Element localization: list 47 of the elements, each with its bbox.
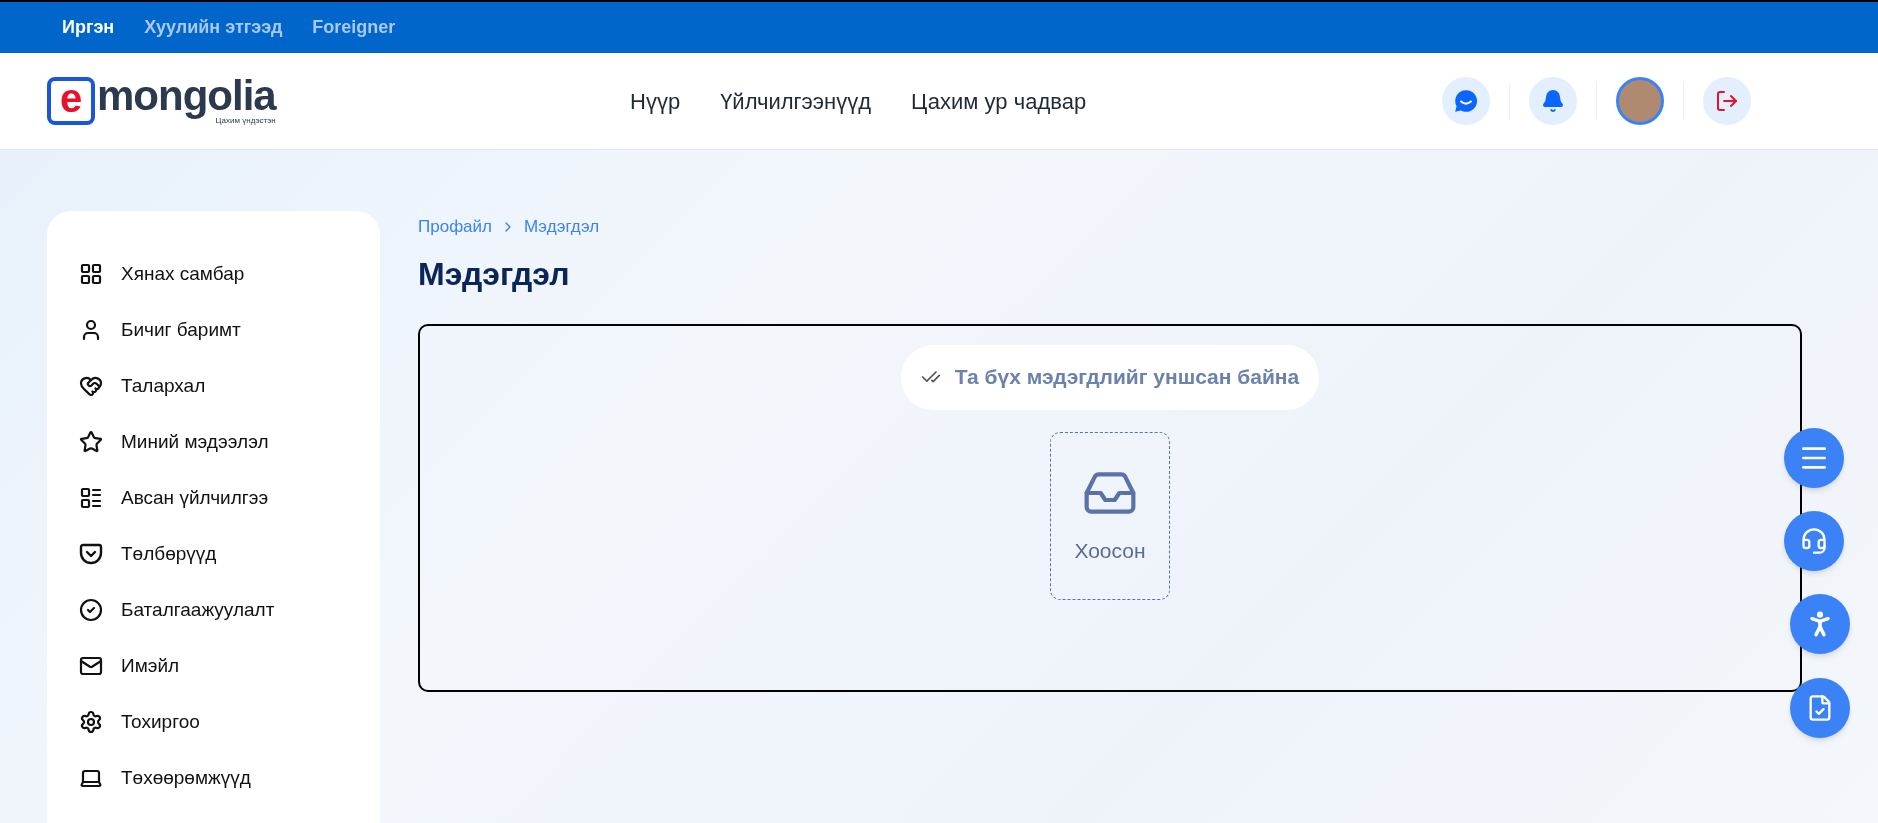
sidebar-item[interactable]: Талархал — [79, 369, 348, 403]
sidebar-item-label: Хянах самбар — [121, 261, 245, 286]
sidebar-item-label: Тохиргоо — [121, 709, 200, 734]
check-circle-icon — [79, 598, 103, 622]
page-title: Мэдэгдэл — [418, 254, 571, 294]
sidebar-item[interactable]: Төхөөрөмжүүд — [79, 761, 348, 795]
sidebar-item[interactable]: Бичиг баримт — [79, 313, 348, 347]
sidebar-item-label: Баталгаажуулалт — [121, 597, 275, 622]
pocket-icon — [79, 542, 103, 566]
sidebar-item-label: Имэйл — [121, 653, 180, 678]
sidebar-item[interactable]: Тохиргоо — [79, 705, 348, 739]
sidebar-item-label: Бичиг баримт — [121, 317, 241, 342]
sidebar-item[interactable]: Хянах самбар — [79, 257, 348, 291]
sidebar-item[interactable]: Авсан үйлчилгээ — [79, 481, 348, 515]
nav-link[interactable]: Нүүр — [630, 84, 681, 118]
sidebar-item[interactable]: Баталгаажуулалт — [79, 593, 348, 627]
notice-text: Та бүх мэдэгдлийг уншсан байна — [954, 364, 1300, 391]
sidebar-item-label: Төхөөрөмжүүд — [121, 765, 251, 790]
avatar[interactable] — [1616, 77, 1664, 125]
settings-icon — [79, 710, 103, 734]
star-icon — [79, 430, 103, 454]
sidebar-item-label: Төлбөрүүд — [121, 541, 217, 566]
sidebar-item-label: Талархал — [121, 373, 206, 398]
sidebar-item-label: Миний мэдээлэл — [121, 429, 269, 454]
sidebar-item[interactable]: Имэйл — [79, 649, 348, 683]
support-button[interactable] — [1784, 511, 1844, 571]
nav-link[interactable]: Цахим ур чадвар — [911, 84, 1087, 118]
document-check-button[interactable] — [1790, 678, 1850, 738]
bell-icon — [1541, 89, 1565, 113]
nav-link[interactable]: Үйлчилгээнүүд — [720, 84, 872, 118]
accessibility-button[interactable] — [1790, 594, 1850, 654]
notification-button[interactable] — [1529, 77, 1577, 125]
empty-label: Хоосон — [1074, 537, 1146, 564]
sidebar-item-label: Авсан үйлчилгээ — [121, 485, 269, 510]
chat-button[interactable] — [1442, 77, 1490, 125]
logo[interactable]: e mongolia Цахим үндэстэн — [47, 76, 347, 126]
audience-tab[interactable]: Иргэн — [62, 14, 115, 41]
list-icon — [79, 486, 103, 510]
logout-icon — [1715, 89, 1739, 113]
headset-icon — [1800, 527, 1828, 555]
chat-icon — [1453, 88, 1479, 114]
sidebar-item[interactable]: Миний мэдээлэл — [79, 425, 348, 459]
grid-icon — [79, 262, 103, 286]
sidebar-item[interactable]: Төлбөрүүд — [79, 537, 348, 571]
logout-button[interactable] — [1703, 77, 1751, 125]
menu-button[interactable] — [1784, 428, 1844, 488]
mail-icon — [79, 654, 103, 678]
